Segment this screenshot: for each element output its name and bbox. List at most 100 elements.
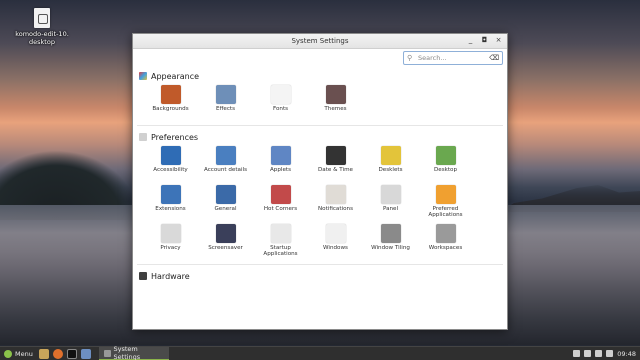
mint-logo-icon xyxy=(4,349,12,358)
general-icon xyxy=(215,185,236,204)
settings-item-label: Hot Corners xyxy=(263,206,298,212)
settings-item-label: Startup Applications xyxy=(263,245,298,258)
settings-item-label: Applets xyxy=(269,167,292,173)
network-icon[interactable] xyxy=(584,350,592,357)
workspaces-icon xyxy=(435,224,456,243)
settings-item-windows[interactable]: Windows xyxy=(308,222,363,261)
section-title: Appearance xyxy=(151,71,200,81)
settings-sections: Appearance Backgrounds Effects Fonts Themes P… xyxy=(133,69,507,283)
settings-item-extensions[interactable]: Extensions xyxy=(143,183,198,222)
settings-item-accessibility[interactable]: Accessibility xyxy=(143,144,198,183)
desktop-launcher-komodo[interactable]: komodo-edit-10. desktop xyxy=(14,8,70,46)
startup-applications-icon xyxy=(270,224,291,243)
preferences-section-icon xyxy=(139,133,147,141)
date-time-icon xyxy=(325,146,346,165)
settings-item-account-details[interactable]: Account details xyxy=(198,144,253,183)
settings-item-label: Date & Time xyxy=(318,167,353,173)
settings-item-label: Accessibility xyxy=(153,167,188,173)
hardware-section-icon xyxy=(139,272,147,280)
settings-item-label: Themes xyxy=(324,106,347,112)
settings-item-workspaces[interactable]: Workspaces xyxy=(418,222,473,261)
settings-item-label: General xyxy=(214,206,237,212)
update-icon[interactable] xyxy=(573,350,581,357)
appearance-section-icon xyxy=(139,72,147,80)
windows-icon xyxy=(325,224,346,243)
section-header-appearance: Appearance xyxy=(133,69,507,83)
settings-item-window-tiling[interactable]: Window Tiling xyxy=(363,222,418,261)
settings-item-general[interactable]: General xyxy=(198,183,253,222)
settings-item-label: Window Tiling xyxy=(371,245,410,251)
battery-icon[interactable] xyxy=(606,350,614,357)
panel-icon xyxy=(380,185,401,204)
settings-item-effects[interactable]: Effects xyxy=(198,83,253,122)
settings-item-label: Desklets xyxy=(378,167,403,173)
search-icon: ⚲ xyxy=(407,54,413,62)
window-titlebar[interactable]: System Settings _ ◘ × xyxy=(133,34,507,49)
section-header-hardware: Hardware xyxy=(133,269,507,283)
menu-button[interactable]: Menu xyxy=(0,347,37,360)
settings-item-notifications[interactable]: Notifications xyxy=(308,183,363,222)
terminal-launcher-icon[interactable] xyxy=(66,348,77,359)
settings-item-screensaver[interactable]: Screensaver xyxy=(198,222,253,261)
window-tiling-icon xyxy=(380,224,401,243)
settings-item-themes[interactable]: Themes xyxy=(308,83,363,122)
settings-item-label: Workspaces xyxy=(428,245,463,251)
settings-item-label: Desktop xyxy=(433,167,458,173)
window-title: System Settings xyxy=(291,37,349,45)
search-input[interactable] xyxy=(418,54,488,62)
desktop-icon-label-2: desktop xyxy=(29,38,55,46)
settings-item-preferred-applications[interactable]: Preferred Applications xyxy=(418,183,473,222)
settings-item-label: Fonts xyxy=(272,106,289,112)
settings-item-applets[interactable]: Applets xyxy=(253,144,308,183)
section-divider xyxy=(137,125,503,126)
clock[interactable]: 09:48 xyxy=(617,350,636,358)
fonts-icon xyxy=(270,85,291,104)
appearance-grid: Backgrounds Effects Fonts Themes xyxy=(133,83,507,122)
section-title: Hardware xyxy=(151,271,190,281)
applets-icon xyxy=(270,146,291,165)
themes-icon xyxy=(325,85,346,104)
files-launcher-icon[interactable] xyxy=(38,348,49,359)
effects-icon xyxy=(215,85,236,104)
backgrounds-icon xyxy=(160,85,181,104)
close-button[interactable]: × xyxy=(494,36,503,45)
desktop-icon-label-1: komodo-edit-10. xyxy=(15,30,69,38)
minimize-button[interactable]: _ xyxy=(466,36,475,45)
settings-item-label: Notifications xyxy=(317,206,353,212)
accessibility-icon xyxy=(160,146,181,165)
notifications-icon xyxy=(325,185,346,204)
settings-item-backgrounds[interactable]: Backgrounds xyxy=(143,83,198,122)
account-details-icon xyxy=(215,146,236,165)
settings-item-label: Backgrounds xyxy=(152,106,189,112)
preferred-applications-icon xyxy=(435,185,456,204)
firefox-launcher-icon[interactable] xyxy=(52,348,63,359)
maximize-button[interactable]: ◘ xyxy=(480,36,489,45)
clear-search-icon[interactable]: ⌫ xyxy=(489,54,499,62)
system-tray: 09:48 xyxy=(573,350,640,358)
task-label: System Settings xyxy=(113,345,141,360)
section-title: Preferences xyxy=(151,132,199,142)
settings-item-desklets[interactable]: Desklets xyxy=(363,144,418,183)
settings-item-fonts[interactable]: Fonts xyxy=(253,83,308,122)
hot-corners-icon xyxy=(270,185,291,204)
extensions-icon xyxy=(160,185,181,204)
settings-item-panel[interactable]: Panel xyxy=(363,183,418,222)
search-box[interactable]: ⚲ ⌫ xyxy=(403,51,503,65)
settings-item-label: Screensaver xyxy=(208,245,243,251)
volume-icon[interactable] xyxy=(595,350,603,357)
settings-item-privacy[interactable]: Privacy xyxy=(143,222,198,261)
system-settings-window: System Settings _ ◘ × ⚲ ⌫ Appearance Back… xyxy=(132,33,508,330)
settings-item-date-time[interactable]: Date & Time xyxy=(308,144,363,183)
settings-item-hot-corners[interactable]: Hot Corners xyxy=(253,183,308,222)
screensaver-icon xyxy=(215,224,236,243)
bottom-panel: Menu System Settings 09:48 xyxy=(0,345,640,360)
settings-item-desktop[interactable]: Desktop xyxy=(418,144,473,183)
taskbar-item-system-settings[interactable]: System Settings xyxy=(98,345,169,360)
settings-item-label: Extensions xyxy=(155,206,186,212)
preferences-grid: Accessibility Account details Applets Date … xyxy=(133,144,507,261)
settings-icon xyxy=(103,349,111,357)
file-manager-launcher-icon[interactable] xyxy=(80,348,91,359)
settings-item-label: Preferred Applications xyxy=(428,206,463,219)
menu-label: Menu xyxy=(15,349,33,358)
settings-item-startup-applications[interactable]: Startup Applications xyxy=(253,222,308,261)
